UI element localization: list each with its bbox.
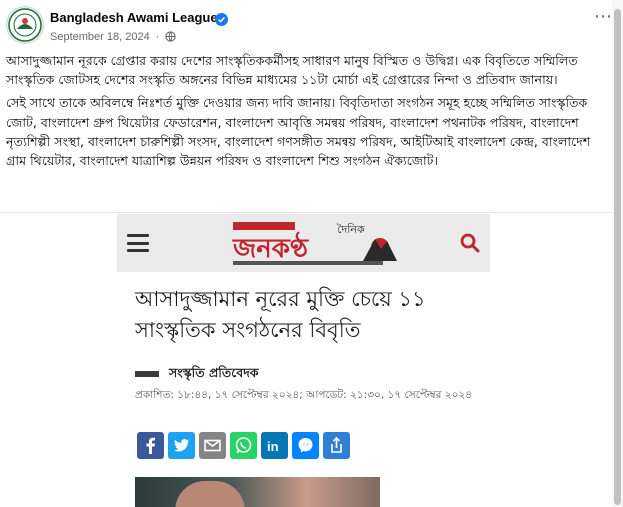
article-link-preview-header[interactable]: দৈনিক জনকণ্ঠ [117, 214, 490, 272]
messenger-icon [298, 438, 313, 453]
svg-text:in: in [267, 439, 279, 454]
linkedin-icon: in [267, 439, 279, 454]
messenger-share-button[interactable] [292, 432, 319, 459]
article-photo-detail [175, 481, 245, 507]
article-photo[interactable] [135, 477, 380, 507]
globe-icon[interactable] [165, 31, 177, 42]
email-share-button[interactable] [199, 432, 226, 459]
page-avatar[interactable] [6, 6, 44, 44]
share-icon [331, 436, 342, 453]
twitter-icon [174, 439, 189, 452]
post-header: Bangladesh Awami League September 18, 20… [6, 6, 617, 50]
hamburger-menu-icon[interactable] [127, 234, 149, 252]
post-meta: September 18, 2024 · [50, 31, 177, 43]
post-date-link[interactable]: September 18, 2024 [50, 31, 150, 43]
scrollbar-track[interactable] [612, 0, 623, 507]
article-timestamp: প্রকাশিত: ১৮:৪৪, ১৭ সেপ্টেম্বর ২০২৪; আপড… [135, 389, 473, 401]
post-body: আসাদুজ্জামান নূরকে গ্রেপ্তার করায় দেশের… [6, 51, 612, 174]
email-icon [204, 439, 221, 452]
page-name-link[interactable]: Bangladesh Awami League [50, 10, 218, 25]
meta-separator: · [155, 31, 160, 43]
logo-main-text: জনকণ্ঠ [232, 231, 309, 264]
more-options-icon[interactable]: ⋯ [594, 6, 613, 27]
post-paragraph: আসাদুজ্জামান নূরকে গ্রেপ্তার করায় দেশের… [6, 53, 578, 88]
post-paragraph: সেই সাথে তাকে অবিলম্বে নিঃশর্ত মুক্তি দে… [6, 95, 591, 169]
facebook-icon [146, 437, 155, 454]
facebook-share-button[interactable] [137, 432, 164, 459]
twitter-share-button[interactable] [168, 432, 195, 459]
article-headline[interactable]: আসাদুজ্জামান নূরের মুক্তি চেয়ে ১১ সাংস্… [135, 284, 495, 346]
whatsapp-icon [235, 437, 252, 454]
linkedin-share-button[interactable]: in [261, 432, 288, 459]
author-marker [135, 371, 159, 377]
author-name: সংস্কৃতি প্রতিবেদক [169, 365, 259, 380]
share-more-button[interactable] [323, 432, 350, 459]
logo-small-text: দৈনিক [337, 223, 365, 236]
whatsapp-share-button[interactable] [230, 432, 257, 459]
verified-badge-icon [215, 13, 228, 26]
janakantha-logo[interactable]: দৈনিক জনকণ্ঠ [225, 219, 405, 269]
divider [0, 212, 612, 213]
search-icon[interactable] [460, 233, 480, 253]
scrollbar-thumb[interactable] [614, 9, 621, 505]
